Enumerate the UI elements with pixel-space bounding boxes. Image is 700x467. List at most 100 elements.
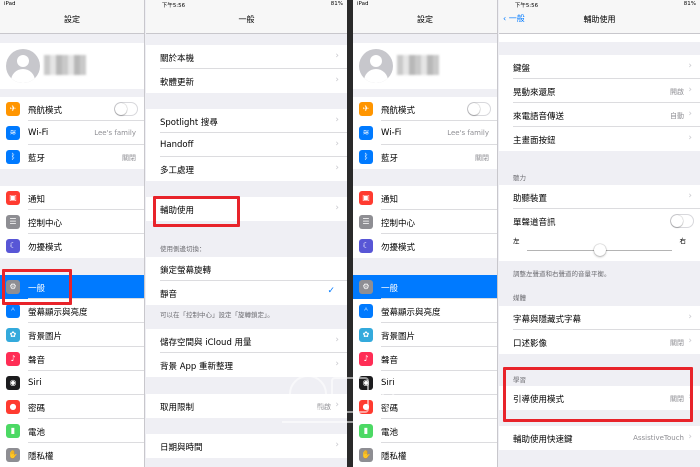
sidebar-item[interactable]: ⚙ 一般 — [353, 275, 497, 299]
balance-slider[interactable]: 左 右 — [499, 233, 700, 261]
sidebar-item[interactable]: ✿ 背景圖片 — [353, 323, 497, 347]
airplane-mode-toggle[interactable] — [114, 102, 138, 116]
clock-label: 下午5:56 — [161, 3, 186, 9]
mute-cell[interactable]: 靜音 ✓ — [146, 281, 347, 305]
sidebar-item[interactable]: ● 密碼 — [0, 395, 144, 419]
ipad-screen-left: 設定 ✈ 飛航模式 ≋ Wi-Fi Lee's family ᛒ 藍牙 關閉 ▣ 通知 ☰ 控制中心 ☾… — [0, 0, 347, 467]
sidebar-item-value: 關閉 — [475, 154, 489, 162]
home-button-cell[interactable]: 主畫面按鈕 › — [499, 127, 700, 151]
background-refresh-label: 背景 App 重新整理 — [160, 362, 234, 372]
about-cell[interactable]: 關於本機 › — [146, 45, 347, 69]
shake-to-undo-label: 晃動來還原 — [513, 88, 556, 98]
chevron-right-icon: › — [335, 203, 339, 213]
call-audio-routing-cell[interactable]: 來電語音傳送 自動 › — [499, 103, 700, 127]
sidebar-item-label: 聲音 — [28, 356, 46, 366]
sidebar-item[interactable]: ☾ 勿擾模式 — [353, 234, 497, 258]
sidebar-item-label: 隱私權 — [381, 452, 407, 462]
call-audio-routing-value: 自動 — [670, 112, 684, 120]
sidebar-item[interactable]: ☰ 控制中心 — [353, 210, 497, 234]
accessibility-shortcut-cell[interactable]: 輔助使用快速鍵 AssistiveTouch › — [499, 426, 700, 450]
apple-id-profile-cell[interactable] — [0, 43, 144, 89]
sidebar-item[interactable]: ✋ 隱私權 — [0, 443, 144, 467]
sidebar-item[interactable]: ● 密碼 — [353, 395, 497, 419]
sidebar-item[interactable]: ♪ 聲音 — [353, 347, 497, 371]
chevron-right-icon: › — [688, 85, 692, 95]
wallpaper-icon: ✿ — [6, 328, 20, 342]
chevron-right-icon: › — [688, 61, 692, 71]
sidebar-item[interactable]: ▣ 通知 — [0, 186, 144, 210]
sidebar-item[interactable]: ☾ 勿擾模式 — [0, 234, 144, 258]
chevron-right-icon: › — [688, 191, 692, 201]
mono-audio-cell[interactable]: 單聲道音訊 — [499, 209, 700, 233]
handoff-cell[interactable]: Handoff › — [146, 133, 347, 157]
sidebar-item[interactable]: ᛒ 藍牙 關閉 — [353, 145, 497, 169]
date-time-cell[interactable]: 日期與時間 › — [146, 434, 347, 458]
sidebar-item-label: Wi-Fi — [28, 128, 49, 138]
sidebar-item[interactable]: ✋ 隱私權 — [353, 443, 497, 467]
sidebar-item[interactable]: ▣ 通知 — [353, 186, 497, 210]
master-title: 設定 — [417, 15, 433, 24]
battery-percent: 81% — [330, 1, 343, 7]
multitasking-cell[interactable]: 多工處理 › — [146, 157, 347, 181]
sidebar-item-label: 通知 — [381, 195, 399, 205]
moon-icon: ☾ — [359, 239, 373, 253]
highlight-accessibility — [153, 196, 240, 227]
avatar — [359, 49, 393, 83]
sidebar-item[interactable]: ◉ Siri — [0, 371, 144, 395]
side-switch-header: 使用側邊切換： — [160, 245, 206, 253]
storage-cell[interactable]: 儲存空間與 iCloud 用量 › — [146, 329, 347, 353]
sidebar-item[interactable]: ▮ 電池 — [0, 419, 144, 443]
sidebar-item-value: Lee's family — [447, 129, 489, 137]
sidebar-item[interactable]: ◉ Siri — [353, 371, 497, 395]
restrictions-label: 取用限制 — [160, 403, 195, 413]
checkmark-icon: ✓ — [327, 286, 335, 296]
sidebar-item-label: 密碼 — [28, 404, 46, 414]
software-update-cell[interactable]: 軟體更新 › — [146, 69, 347, 93]
sidebar-item[interactable]: ♪ 聲音 — [0, 347, 144, 371]
mono-audio-toggle[interactable] — [670, 214, 694, 228]
moon-icon: ☾ — [6, 239, 20, 253]
passcode-icon: ● — [359, 400, 373, 414]
sidebar-item-label: 電池 — [28, 428, 46, 438]
slider-thumb[interactable] — [593, 244, 606, 256]
restrictions-cell[interactable]: 取用限制 開啟 › — [146, 394, 347, 418]
sidebar-item[interactable]: ≋ Wi-Fi Lee's family — [0, 121, 144, 145]
sidebar-item-label: 勿擾模式 — [381, 243, 416, 253]
sidebar-item[interactable]: ✈ 飛航模式 — [0, 97, 144, 121]
hearing-header: 聽力 — [513, 174, 526, 182]
control-center-icon: ☰ — [359, 215, 373, 229]
lock-rotation-cell[interactable]: 鎖定螢幕旋轉 — [146, 257, 347, 281]
sidebar-item-label: 通知 — [28, 195, 46, 205]
spotlight-cell[interactable]: Spotlight 搜尋 › — [146, 109, 347, 133]
status-bar: iPad 下午5:56 81% — [0, 0, 347, 9]
sidebar-item-label: Siri — [381, 378, 395, 388]
highlight-guided-access — [503, 367, 693, 422]
balance-right-label: 右 — [679, 237, 687, 245]
mute-label: 靜音 — [160, 290, 178, 300]
audio-descriptions-cell[interactable]: 口述影像 關閉 › — [499, 330, 700, 354]
shake-to-undo-cell[interactable]: 晃動來還原 開啟 › — [499, 79, 700, 103]
sidebar-item-label: 電池 — [381, 428, 399, 438]
audio-descriptions-label: 口述影像 — [513, 339, 548, 349]
sidebar-item[interactable]: ✈ 飛航模式 — [353, 97, 497, 121]
sidebar-item[interactable]: ≋ Wi-Fi Lee's family — [353, 121, 497, 145]
sidebar-item-label: Siri — [28, 378, 42, 388]
sidebar-item[interactable]: ✿ 背景圖片 — [0, 323, 144, 347]
sidebar-item[interactable]: ᛒ 藍牙 關閉 — [0, 145, 144, 169]
hearing-devices-cell[interactable]: 助聽裝置 › — [499, 185, 700, 209]
sidebar-item[interactable]: ▮ 電池 — [353, 419, 497, 443]
keyboard-cell[interactable]: 鍵盤 › — [499, 55, 700, 79]
battery-icon: ▮ — [6, 424, 20, 438]
blurred-account-name — [397, 55, 439, 75]
sidebar-item[interactable]: ☰ 控制中心 — [0, 210, 144, 234]
sidebar-item[interactable]: ᴬ 螢幕顯示與亮度 — [353, 299, 497, 323]
background-refresh-cell[interactable]: 背景 App 重新整理 › — [146, 353, 347, 377]
apple-id-profile-cell[interactable] — [353, 43, 497, 89]
sidebar-item-label: 勿擾模式 — [28, 243, 63, 253]
subtitles-cell[interactable]: 字幕與隱藏式字幕 › — [499, 306, 700, 330]
bluetooth-icon: ᛒ — [359, 150, 373, 164]
date-time-label: 日期與時間 — [160, 443, 203, 453]
clock-label: 下午5:56 — [514, 3, 539, 9]
sidebar-item-label: 密碼 — [381, 404, 399, 414]
airplane-mode-toggle[interactable] — [467, 102, 491, 116]
